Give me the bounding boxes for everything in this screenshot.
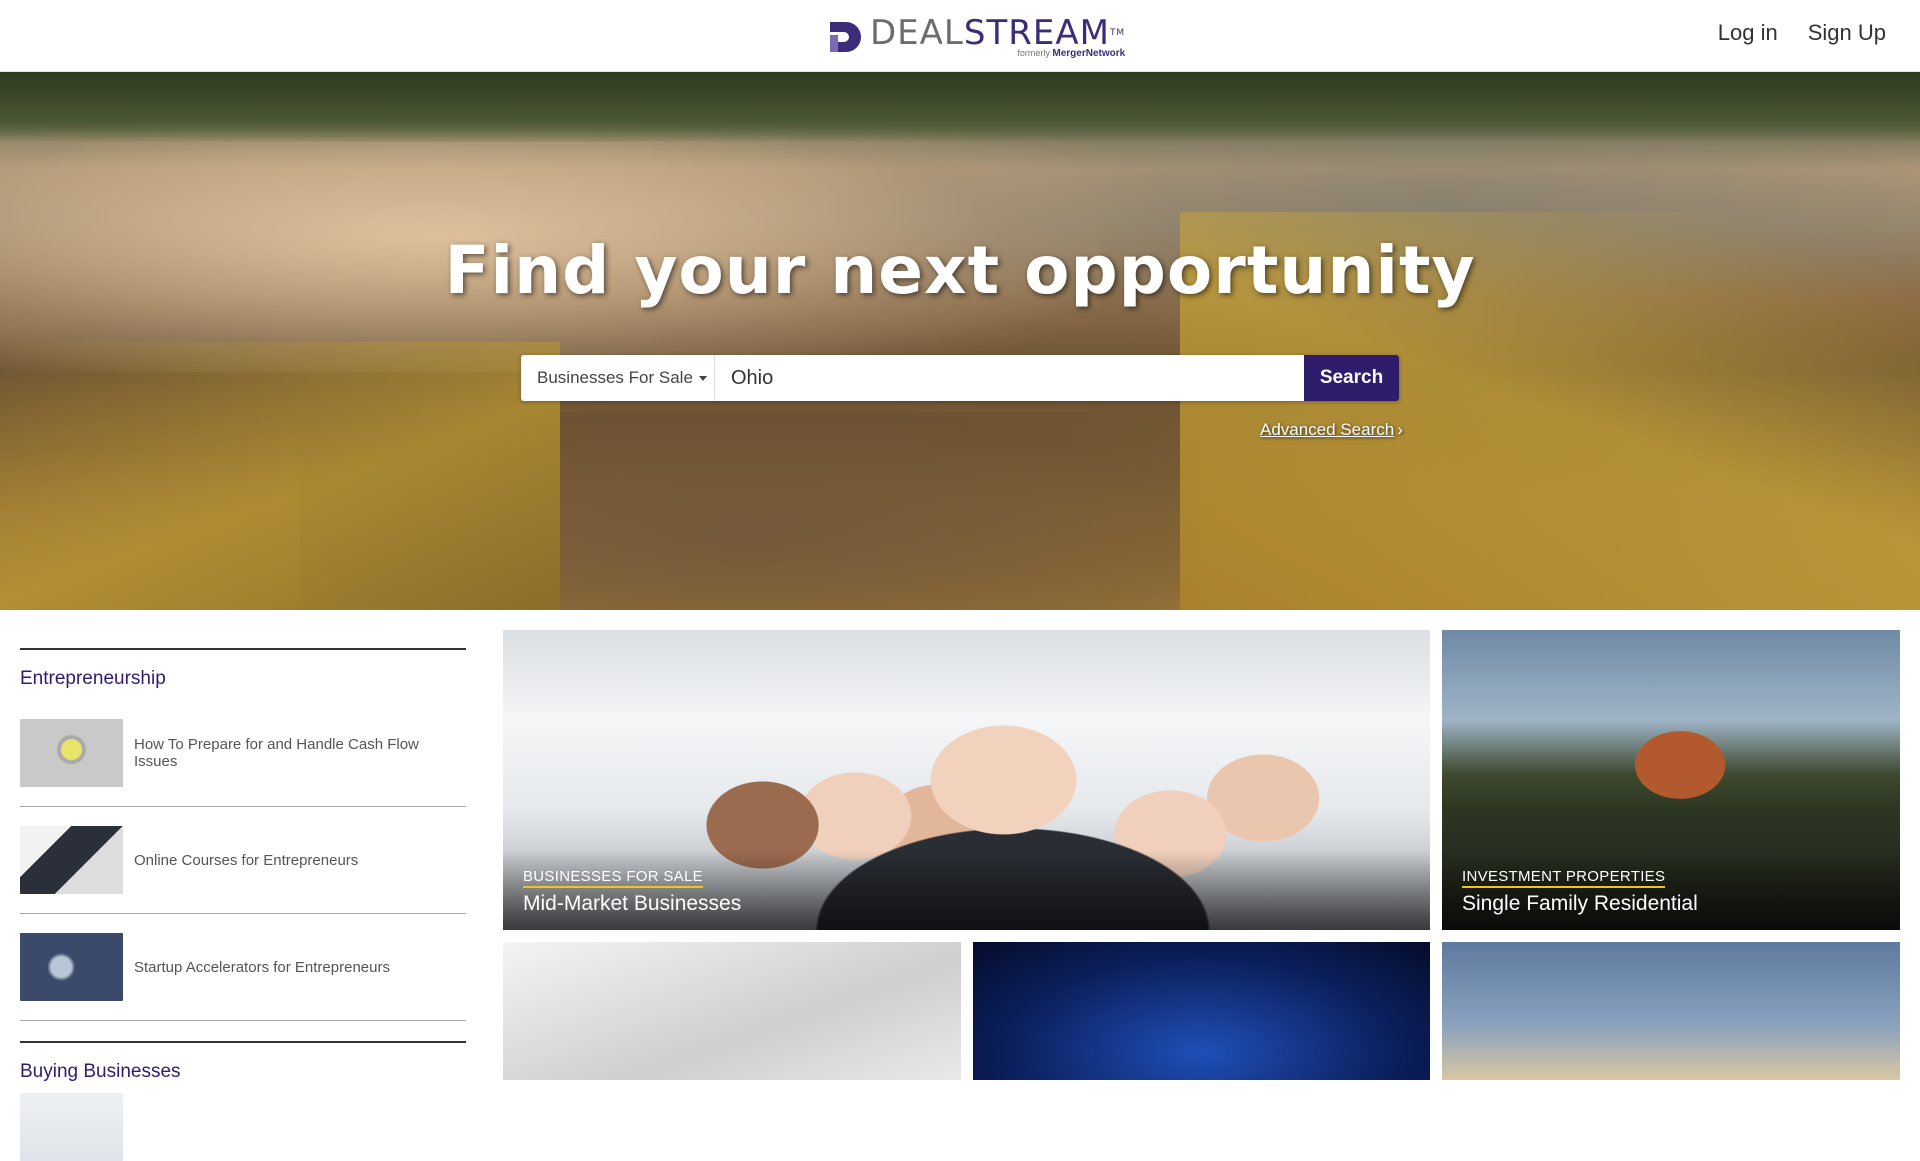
login-link[interactable]: Log in: [1718, 20, 1778, 46]
article-thumbnail: [20, 933, 123, 1001]
dealstream-logo[interactable]: DEALSTREAMTM formerly MergerNetwork: [826, 14, 1125, 60]
signup-link[interactable]: Sign Up: [1808, 20, 1886, 46]
tile-single-family-residential[interactable]: INVESTMENT PROPERTIES Single Family Resi…: [1442, 630, 1900, 930]
article-title: Startup Accelerators for Entrepreneurs: [134, 958, 390, 976]
logo-formerly: formerly MergerNetwork: [1017, 48, 1126, 59]
category-dropdown[interactable]: Businesses For Sale: [521, 355, 715, 401]
search-button[interactable]: Search: [1304, 355, 1399, 401]
hero-grass-left: [0, 342, 560, 610]
tile-category: BUSINESSES FOR SALE: [523, 868, 703, 888]
tile-caption: BUSINESSES FOR SALE Mid-Market Businesse…: [523, 868, 741, 916]
tile-mid-market-businesses[interactable]: BUSINESSES FOR SALE Mid-Market Businesse…: [503, 630, 1430, 930]
article-item[interactable]: Startup Accelerators for Entrepreneurs: [20, 914, 466, 1021]
tile-title: Single Family Residential: [1462, 892, 1698, 915]
logo-text: DEALSTREAMTM formerly MergerNetwork: [870, 15, 1125, 59]
tile-caption: INVESTMENT PROPERTIES Single Family Resi…: [1462, 868, 1698, 916]
article-title: Online Courses for Entrepreneurs: [134, 851, 359, 869]
tile-category: INVESTMENT PROPERTIES: [1462, 868, 1666, 888]
search-bar: Businesses For Sale Search: [521, 355, 1399, 401]
sidebar: Entrepreneurship How To Prepare for and …: [20, 648, 466, 1161]
article-item[interactable]: How To Prepare for and Handle Cash Flow …: [20, 700, 466, 807]
hero-treeline: [0, 72, 1920, 142]
sidebar-section-buying: Buying Businesses: [20, 1041, 466, 1161]
caret-down-icon: [698, 375, 707, 381]
sidebar-section-entrepreneurship: Entrepreneurship How To Prepare for and …: [20, 648, 466, 1021]
tile-finance-image[interactable]: [973, 942, 1430, 1080]
article-item[interactable]: Online Courses for Entrepreneurs: [20, 807, 466, 914]
search-input[interactable]: [715, 355, 1304, 401]
tile-sky-image[interactable]: [1442, 942, 1900, 1080]
site-header: DEALSTREAMTM formerly MergerNetwork Log …: [0, 0, 1920, 72]
article-thumbnail[interactable]: [20, 1093, 123, 1161]
hero-title: Find your next opportunity: [444, 232, 1476, 309]
tile-blueprints-image[interactable]: [503, 942, 961, 1080]
advanced-search-link[interactable]: Advanced Search ›: [1260, 420, 1403, 440]
category-dropdown-label: Businesses For Sale: [537, 368, 693, 387]
article-title: How To Prepare for and Handle Cash Flow …: [134, 736, 419, 770]
hero-banner: Find your next opportunity Businesses Fo…: [0, 72, 1920, 610]
tile-title: Mid-Market Businesses: [523, 892, 742, 915]
sidebar-heading[interactable]: Entrepreneurship: [20, 668, 466, 690]
logo-wordmark: DEALSTREAMTM: [870, 13, 1126, 53]
chevron-right-icon: ›: [1397, 420, 1403, 439]
dealstream-logo-icon: [830, 22, 861, 52]
article-thumbnail: [20, 826, 123, 894]
advanced-search-label: Advanced Search: [1260, 420, 1395, 439]
article-thumbnail: [20, 719, 123, 787]
header-nav: Log in Sign Up: [1718, 20, 1886, 46]
